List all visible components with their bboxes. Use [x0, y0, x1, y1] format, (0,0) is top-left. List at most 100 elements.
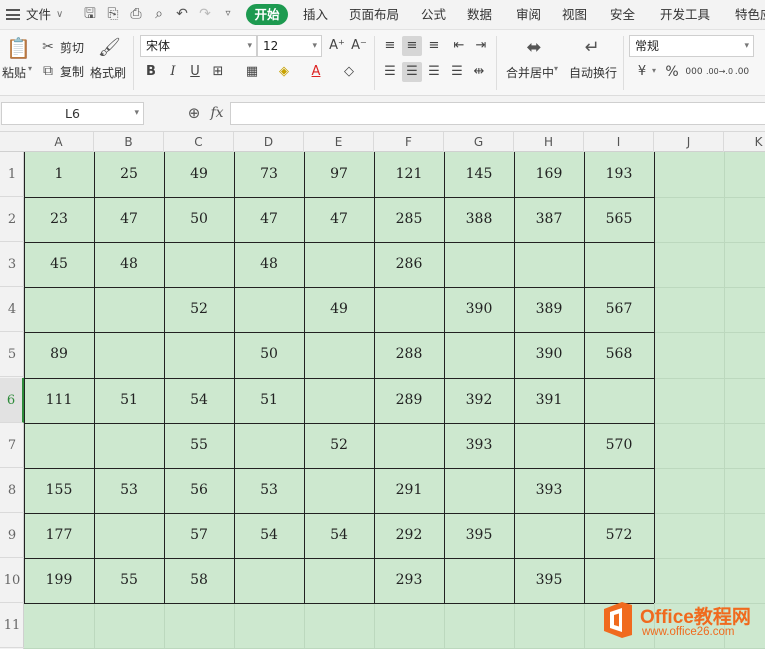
column-header[interactable]: B — [94, 132, 164, 152]
table-cell[interactable] — [24, 287, 94, 332]
tab-home[interactable]: 开始 — [246, 4, 288, 25]
distributed-icon[interactable]: ⇹ — [469, 62, 489, 82]
font-color-button[interactable]: A — [306, 62, 326, 82]
column-header[interactable]: C — [164, 132, 234, 152]
italic-button[interactable]: I — [163, 62, 183, 82]
paste-chevron-icon[interactable]: ▾ — [28, 64, 32, 73]
table-cell[interactable]: 55 — [164, 423, 234, 468]
table-cell[interactable]: 121 — [374, 152, 444, 197]
table-cell[interactable]: 387 — [514, 197, 584, 242]
table-cell[interactable] — [374, 423, 444, 468]
print-icon[interactable]: ⎙ — [128, 6, 144, 22]
export-icon[interactable]: ⎘ — [105, 6, 121, 22]
tab-insert[interactable]: 插入 — [303, 0, 328, 30]
table-cell[interactable]: 288 — [374, 332, 444, 377]
print-preview-icon[interactable]: ⌕ — [151, 6, 167, 22]
table-cell[interactable]: 56 — [164, 468, 234, 513]
row-header[interactable]: 1 — [0, 152, 24, 198]
table-cell[interactable]: 52 — [304, 423, 374, 468]
table-cell[interactable] — [94, 423, 164, 468]
format-painter-icon[interactable]: 🖌 — [98, 36, 121, 60]
table-cell[interactable]: 57 — [164, 513, 234, 558]
column-header[interactable]: E — [304, 132, 374, 152]
number-format-select[interactable]: 常规 ▾ — [629, 35, 754, 57]
table-cell[interactable] — [234, 423, 304, 468]
table-cell[interactable]: 291 — [374, 468, 444, 513]
fill-pattern-icon[interactable]: ▦ — [242, 62, 262, 82]
table-cell[interactable] — [94, 332, 164, 377]
table-cell[interactable]: 390 — [444, 287, 514, 332]
table-cell[interactable]: 1 — [24, 152, 94, 197]
table-cell[interactable]: 177 — [24, 513, 94, 558]
clear-format-icon[interactable]: ◇ — [339, 62, 359, 82]
table-cell[interactable]: 54 — [234, 513, 304, 558]
font-size-select[interactable]: 12 ▾ — [257, 35, 322, 57]
column-header[interactable]: I — [584, 132, 654, 152]
percent-button[interactable]: % — [662, 62, 682, 82]
table-cell[interactable] — [444, 332, 514, 377]
tab-developer[interactable]: 开发工具 — [660, 0, 710, 30]
table-cell[interactable] — [24, 423, 94, 468]
increase-decimal-button[interactable]: .00→.0 — [706, 62, 733, 82]
table-cell[interactable]: 49 — [164, 152, 234, 197]
row-header[interactable]: 4 — [0, 287, 24, 333]
indent-increase-icon[interactable]: ⇥ — [471, 36, 491, 56]
table-cell[interactable]: 567 — [584, 287, 654, 332]
table-cell[interactable] — [94, 513, 164, 558]
table-cell[interactable]: 54 — [164, 378, 234, 423]
table-cell[interactable]: 292 — [374, 513, 444, 558]
column-header[interactable]: F — [374, 132, 444, 152]
table-cell[interactable]: 570 — [584, 423, 654, 468]
table-cell[interactable] — [304, 558, 374, 603]
undo-icon[interactable]: ↶ — [174, 6, 190, 22]
table-cell[interactable] — [584, 558, 654, 603]
column-header[interactable]: K — [724, 132, 765, 152]
zoom-search-icon[interactable]: ⊕ — [185, 104, 203, 122]
table-cell[interactable] — [444, 242, 514, 287]
table-cell[interactable] — [514, 513, 584, 558]
table-cell[interactable]: 393 — [514, 468, 584, 513]
table-cell[interactable]: 48 — [94, 242, 164, 287]
table-cell[interactable]: 51 — [94, 378, 164, 423]
table-cell[interactable] — [304, 242, 374, 287]
table-cell[interactable]: 50 — [164, 197, 234, 242]
table-cell[interactable]: 73 — [234, 152, 304, 197]
row-header[interactable]: 5 — [0, 332, 24, 378]
row-header[interactable]: 10 — [0, 558, 24, 603]
column-header[interactable]: D — [234, 132, 304, 152]
table-cell[interactable]: 285 — [374, 197, 444, 242]
table-cell[interactable] — [164, 242, 234, 287]
table-cell[interactable] — [584, 378, 654, 423]
row-header[interactable]: 3 — [0, 242, 24, 288]
table-cell[interactable]: 45 — [24, 242, 94, 287]
table-cell[interactable]: 97 — [304, 152, 374, 197]
table-cell[interactable] — [234, 287, 304, 332]
tab-page-layout[interactable]: 页面布局 — [349, 0, 399, 30]
row-header[interactable]: 6 — [0, 377, 24, 423]
save-icon[interactable]: 🖫 — [82, 6, 98, 22]
currency-chevron-icon[interactable]: ▾ — [652, 66, 656, 75]
table-cell[interactable]: 89 — [24, 332, 94, 377]
table-cell[interactable]: 395 — [444, 513, 514, 558]
table-cell[interactable]: 50 — [234, 332, 304, 377]
format-painter-button[interactable]: 格式刷 — [90, 64, 126, 81]
formula-input[interactable] — [230, 102, 765, 125]
table-cell[interactable]: 52 — [164, 287, 234, 332]
table-cell[interactable]: 388 — [444, 197, 514, 242]
table-cell[interactable] — [304, 468, 374, 513]
underline-button[interactable]: U — [185, 62, 205, 82]
table-cell[interactable]: 391 — [514, 378, 584, 423]
wrap-text-icon[interactable]: ↵ — [579, 36, 605, 60]
align-top-icon[interactable]: ≡ — [380, 36, 400, 56]
table-cell[interactable] — [514, 423, 584, 468]
column-header[interactable]: G — [444, 132, 514, 152]
table-cell[interactable]: 286 — [374, 242, 444, 287]
table-cell[interactable]: 145 — [444, 152, 514, 197]
align-center-icon[interactable]: ☰ — [402, 62, 422, 82]
table-cell[interactable]: 47 — [94, 197, 164, 242]
function-fx-icon[interactable]: fx — [208, 104, 226, 122]
column-header[interactable]: J — [654, 132, 724, 152]
table-cell[interactable]: 53 — [94, 468, 164, 513]
table-cell[interactable] — [304, 332, 374, 377]
spreadsheet-grid[interactable]: ABCDEFGHIJK 1 2 3 4 5 6 7 8 9 10 11 1 25 49 73 97 121 14… — [0, 132, 765, 649]
